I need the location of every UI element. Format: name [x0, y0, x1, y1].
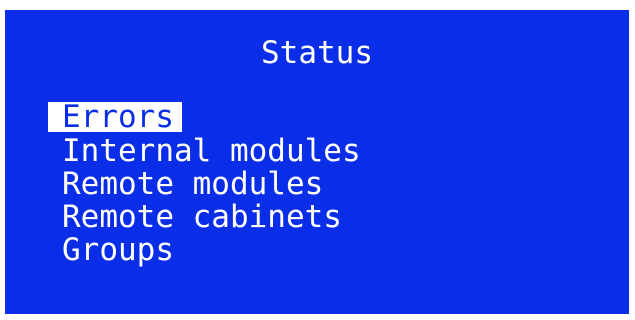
menu-item-internal-modules[interactable]: Internal modules: [48, 135, 369, 168]
status-menu: Errors Internal modules Remote modules R…: [48, 102, 369, 267]
menu-item-remote-cabinets[interactable]: Remote cabinets: [48, 201, 369, 234]
menu-item-remote-modules[interactable]: Remote modules: [48, 168, 369, 201]
menu-item-errors[interactable]: Errors: [48, 102, 182, 133]
screen-title: Status: [261, 35, 373, 71]
menu-item-groups[interactable]: Groups: [48, 234, 369, 267]
status-screen: Status Errors Internal modules Remote mo…: [5, 10, 629, 314]
